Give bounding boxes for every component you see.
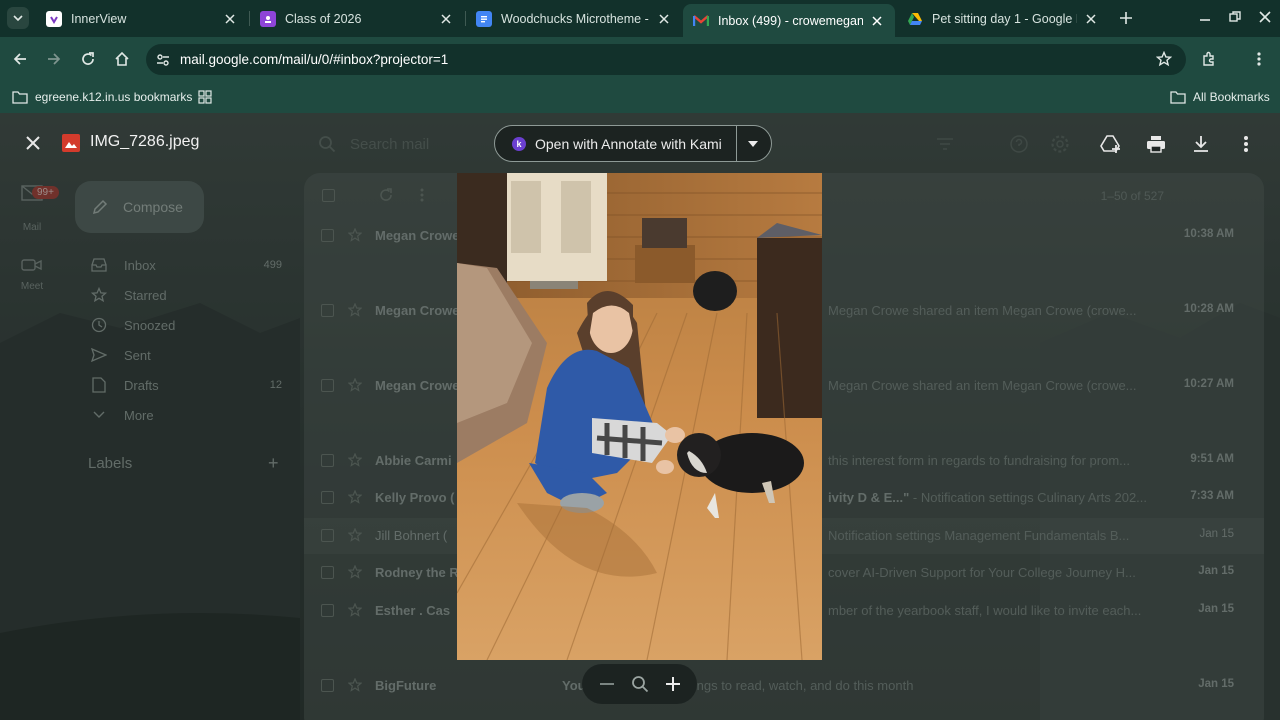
tab-drive-pet-sitting[interactable]: Pet sitting day 1 - Google Driv <box>897 4 1109 33</box>
innerview-icon <box>46 10 62 27</box>
open-with-button[interactable]: k Open with Annotate with Kami <box>494 125 772 162</box>
new-tab-button[interactable] <box>1116 8 1136 28</box>
plus-icon <box>1120 12 1132 24</box>
extensions-button[interactable] <box>1199 49 1219 69</box>
close-tab-icon[interactable] <box>656 11 672 27</box>
tab-title: InnerView <box>71 11 127 26</box>
arrow-right-icon <box>48 53 61 65</box>
url-text[interactable]: mail.google.com/mail/u/0/#inbox?projecto… <box>180 52 448 67</box>
printer-icon <box>1147 136 1165 153</box>
close-icon <box>1259 11 1271 23</box>
folder-icon <box>12 91 28 104</box>
restore-icon <box>1229 11 1241 22</box>
close-window-button[interactable] <box>1257 9 1273 25</box>
more-vert-icon <box>1257 52 1261 66</box>
grid-icon <box>198 90 212 104</box>
photo-preview <box>457 173 822 660</box>
restore-button[interactable] <box>1227 9 1243 25</box>
reload-icon <box>82 52 94 65</box>
tab-title: Woodchucks Microtheme - Go <box>501 11 650 26</box>
google-docs-icon <box>476 10 492 27</box>
bookmark-folder-egreene[interactable]: egreene.k12.in.us bookmarks <box>12 86 192 108</box>
puzzle-icon <box>1203 51 1214 66</box>
tab-innerview[interactable]: InnerView <box>36 4 248 33</box>
minimize-icon <box>1200 19 1210 21</box>
bookmark-label: All Bookmarks <box>1193 90 1270 104</box>
photo-image <box>457 173 822 660</box>
apps-button[interactable] <box>198 86 219 108</box>
bookmarks-bar: egreene.k12.in.us bookmarks All Bookmark… <box>0 81 1280 113</box>
gmail-icon <box>693 13 709 29</box>
back-button[interactable] <box>8 47 32 71</box>
tab-search-button[interactable] <box>7 7 29 29</box>
arrow-left-icon <box>13 53 26 65</box>
browser-menu-button[interactable] <box>1249 49 1269 69</box>
folder-icon <box>1170 91 1186 104</box>
zoom-in-button[interactable] <box>662 673 684 695</box>
viewer-more-button[interactable] <box>1234 132 1258 156</box>
chevron-down-icon <box>13 15 23 22</box>
print-button[interactable] <box>1144 132 1168 156</box>
kami-icon: k <box>512 136 526 151</box>
zoom-reset-button[interactable] <box>629 673 651 695</box>
zoom-out-button[interactable] <box>596 673 618 695</box>
open-with-dropdown-icon[interactable] <box>745 136 761 152</box>
address-bar[interactable]: mail.google.com/mail/u/0/#inbox?projecto… <box>146 44 1186 75</box>
tab-title: Pet sitting day 1 - Google Driv <box>932 11 1077 26</box>
home-button[interactable] <box>110 47 134 71</box>
zoom-controls <box>582 664 697 704</box>
open-with-label: Open with Annotate with Kami <box>535 135 722 152</box>
close-tab-icon[interactable] <box>1083 11 1099 27</box>
tab-gmail-inbox[interactable]: Inbox (499) - crowemegan@s <box>683 4 895 37</box>
all-bookmarks-button[interactable]: All Bookmarks <box>1170 86 1270 108</box>
magnifier-icon <box>631 676 648 693</box>
tab-class-of-2026[interactable]: Class of 2026 <box>250 4 464 33</box>
classroom-icon <box>260 10 276 27</box>
image-viewer: IMG_7286.jpeg k Open with Annotate with … <box>0 113 1280 720</box>
file-name: IMG_7286.jpeg <box>90 133 200 150</box>
close-viewer-button[interactable] <box>22 132 44 154</box>
image-file-icon <box>62 134 80 152</box>
add-to-drive-icon <box>1100 135 1120 153</box>
plus-icon <box>665 677 680 691</box>
more-vert-icon <box>1244 136 1248 152</box>
minimize-button[interactable] <box>1197 9 1213 25</box>
close-icon <box>26 136 40 150</box>
close-tab-icon[interactable] <box>869 13 885 29</box>
tab-woodchucks-doc[interactable]: Woodchucks Microtheme - Go <box>466 4 682 33</box>
bookmark-star-icon[interactable] <box>1155 50 1173 72</box>
button-divider <box>736 126 737 161</box>
download-icon <box>1194 136 1208 152</box>
forward-button[interactable] <box>42 47 66 71</box>
home-icon <box>115 51 129 66</box>
add-to-drive-button[interactable] <box>1099 132 1123 156</box>
close-tab-icon[interactable] <box>438 11 454 27</box>
tab-title: Inbox (499) - crowemegan@s <box>718 13 863 28</box>
close-tab-icon[interactable] <box>222 11 238 27</box>
google-drive-icon <box>907 11 923 27</box>
reload-button[interactable] <box>76 47 100 71</box>
browser-toolbar: mail.google.com/mail/u/0/#inbox?projecto… <box>0 37 1280 81</box>
tab-strip: InnerView Class of 2026 Woodchucks Micro… <box>0 0 1280 37</box>
tab-title: Class of 2026 <box>285 11 362 26</box>
bookmark-label: egreene.k12.in.us bookmarks <box>35 90 193 104</box>
download-button[interactable] <box>1189 132 1213 156</box>
site-info-icon[interactable] <box>152 49 174 71</box>
minus-icon <box>599 683 614 685</box>
